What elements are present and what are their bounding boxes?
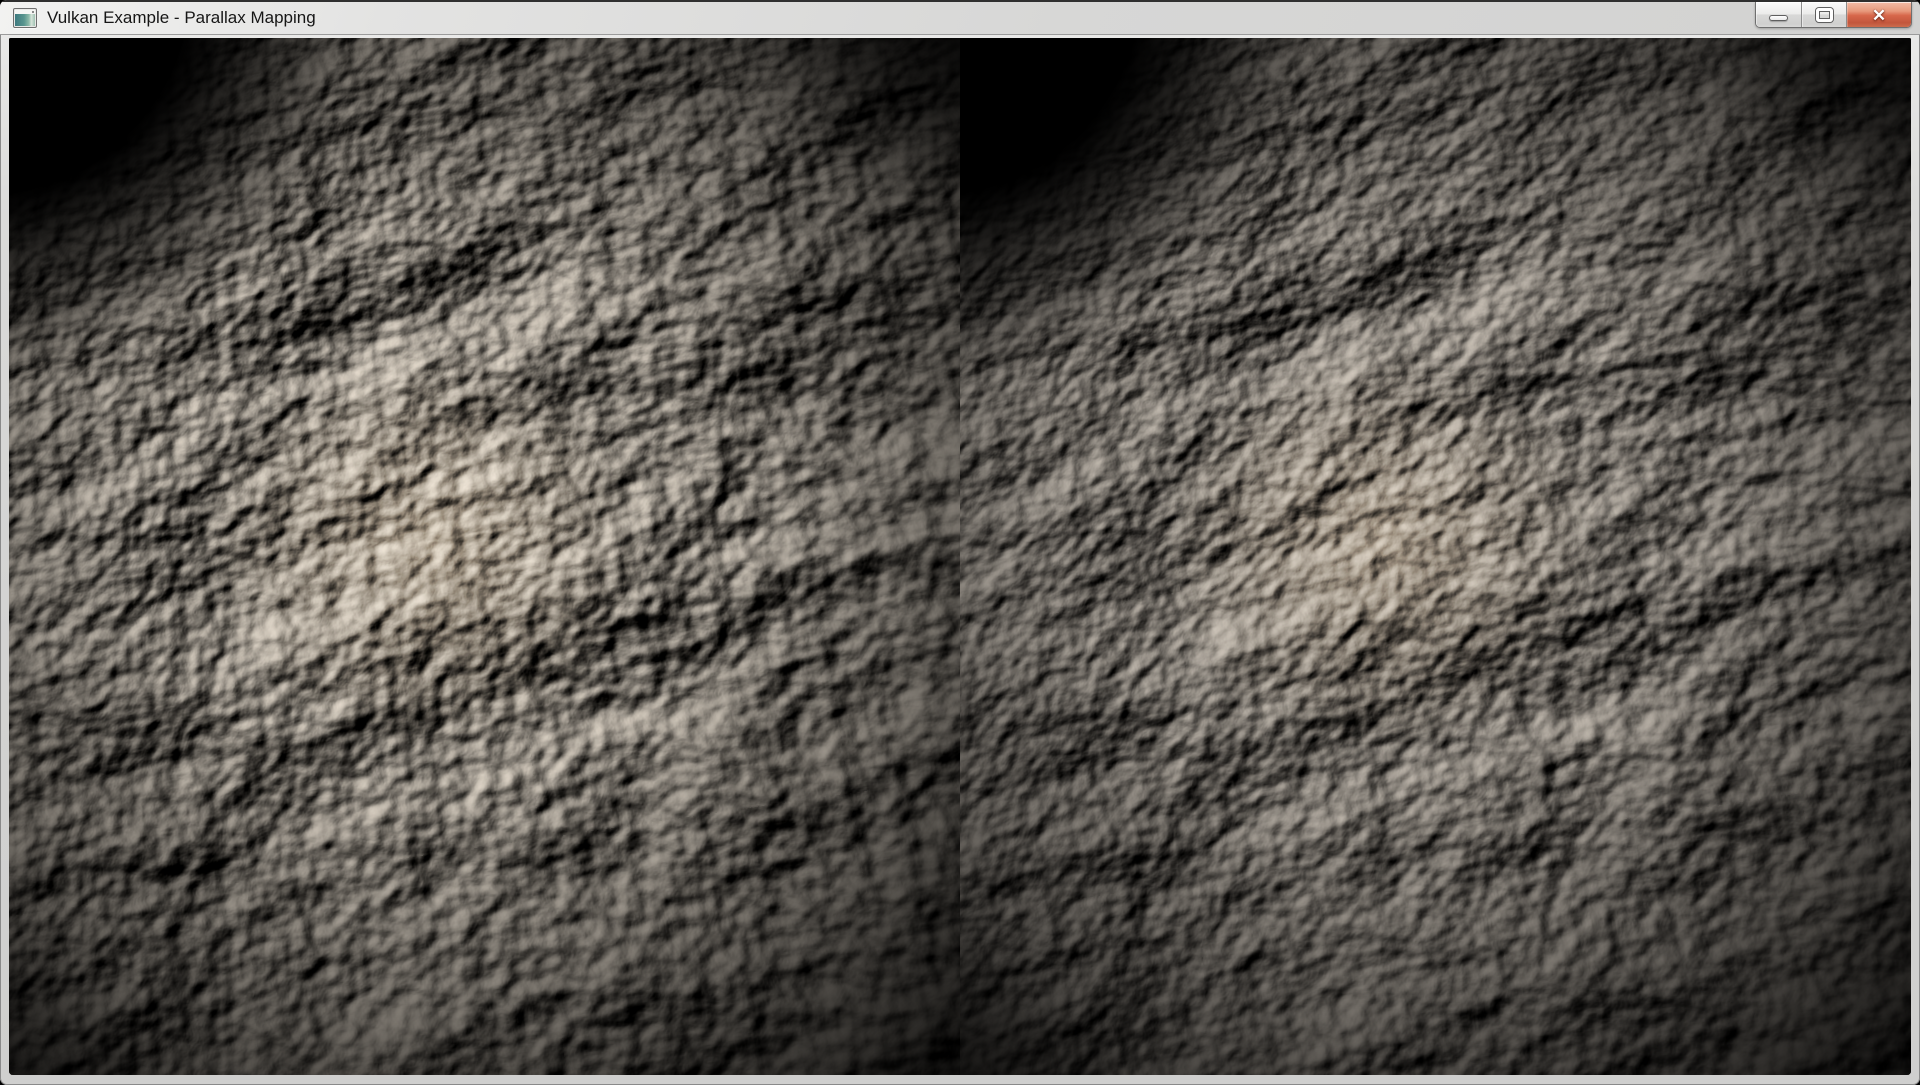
close-icon: ✕ xyxy=(1872,7,1886,24)
minimize-icon xyxy=(1769,15,1788,21)
rock-texture-right xyxy=(960,38,1911,1075)
close-button[interactable]: ✕ xyxy=(1847,2,1911,28)
app-icon-dot xyxy=(32,11,34,13)
window-title: Vulkan Example - Parallax Mapping xyxy=(47,8,316,28)
rock-texture-left xyxy=(9,38,960,1075)
render-pane-left[interactable] xyxy=(9,38,960,1075)
render-pane-right[interactable] xyxy=(960,38,1911,1075)
app-icon[interactable] xyxy=(13,8,37,28)
maximize-icon xyxy=(1816,8,1833,22)
app-icon-content xyxy=(15,14,35,26)
titlebar[interactable]: Vulkan Example - Parallax Mapping ✕ xyxy=(0,0,1920,35)
maximize-button[interactable] xyxy=(1802,2,1847,28)
minimize-button[interactable] xyxy=(1756,2,1802,28)
caption-button-group: ✕ xyxy=(1755,2,1912,28)
app-window: Vulkan Example - Parallax Mapping ✕ xyxy=(0,0,1920,1085)
render-viewport xyxy=(9,38,1911,1075)
